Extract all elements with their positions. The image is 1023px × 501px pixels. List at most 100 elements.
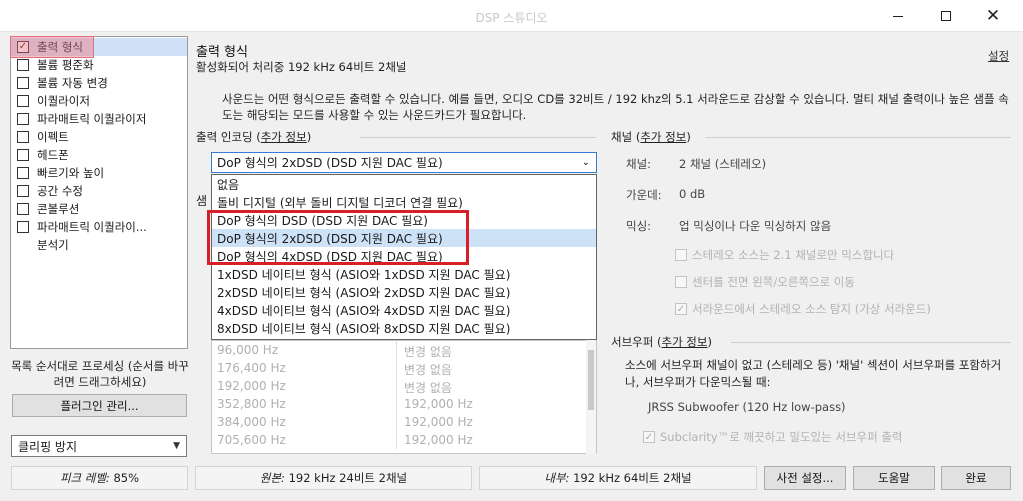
subwoofer-label-text: 서브우퍼 [611,335,654,349]
maximize-icon [941,11,951,21]
checkbox[interactable]: ✓ [675,303,687,315]
plugin-item-label: 볼륨 자동 변경 [37,76,108,90]
divider [360,137,596,138]
channel-more-info-link[interactable]: 추가 정보 [640,130,686,144]
divider [705,137,1011,138]
table-row[interactable]: 192,000 Hz 변경 없음 [212,377,596,395]
center-gain-value[interactable]: 0 dB [679,187,705,201]
output-rate-cell: 변경 없음 [404,345,452,359]
settings-link[interactable]: 설정 [988,48,1009,64]
title-bar: DSP 스튜디오 ✕ [0,0,1023,32]
chevron-down-icon: ▼ [173,441,180,451]
page-title: 출력 형식 [196,45,248,60]
checkbox[interactable] [17,167,29,179]
stereo-21-option[interactable]: 스테레오 소스는 2.1 채널로만 믹스합니다 [675,247,894,263]
channels-value[interactable]: 2 채널 (스테레오) [679,156,766,172]
center-lr-option[interactable]: 센터를 전면 왼쪽/오른쪽으로 이동 [675,274,855,290]
minimize-button[interactable] [875,0,921,32]
checkbox[interactable] [17,149,29,161]
plugin-list[interactable]: ✓ 출력 형식 볼륨 평준화 볼륨 자동 변경 이퀄라이저 파라매트릭 이퀄라이저 이펙트 헤… [10,36,188,349]
virtual-surround-option-label: 서라운드에서 스테레오 소스 탐지 (가상 서라운드) [692,302,931,316]
table-row[interactable]: 384,000 Hz 192,000 Hz [212,413,596,431]
divider [396,395,397,413]
plugin-item[interactable]: 볼륨 자동 변경 [11,74,187,92]
center-gain-label: 가운데: [626,188,662,202]
internal-format-status: 내부: 192 kHz 64비트 2채널 [479,466,757,490]
close-button[interactable]: ✕ [970,0,1016,32]
plugin-item-label: 헤드폰 [37,148,69,162]
encoding-option[interactable]: 4xDSD 네이티브 형식 (ASIO와 4xDSD 지원 DAC 필요) [212,301,596,319]
output-rate-cell: 192,000 Hz [404,397,473,411]
checkbox[interactable] [17,95,29,107]
encoding-option[interactable]: 2xDSD 네이티브 형식 (ASIO와 2xDSD 지원 DAC 필요) [212,283,596,301]
plugin-item-label: 볼륨 평준화 [37,58,94,72]
checkbox[interactable] [17,221,29,233]
input-rate-cell: 384,000 Hz [217,415,286,429]
divider [731,342,1011,343]
virtual-surround-option[interactable]: ✓ 서라운드에서 스테레오 소스 탐지 (가상 서라운드) [675,301,931,317]
subclarity-option[interactable]: ✓ Subclarity™로 깨끗하고 밀도있는 서브우퍼 출력 [643,429,903,445]
maximize-button[interactable] [923,0,969,32]
encoding-option[interactable]: 돌비 디지털 (외부 돌비 디지털 디코더 연결 필요) [212,193,596,211]
clipping-select[interactable]: 클리핑 방지 ▼ [11,435,187,457]
plugin-item[interactable]: 파라매트릭 이퀄라이... [11,218,187,236]
source-format-label: 원본: [259,471,285,485]
encoding-label: 출력 인코딩 (추가 정보) [196,130,312,144]
mixing-value[interactable]: 업 믹싱이나 다운 믹싱하지 않음 [679,218,831,234]
channels-label: 채널: [626,157,652,171]
input-rate-cell: 176,400 Hz [217,361,286,375]
scrollbar-thumb[interactable] [588,350,594,410]
plugin-item[interactable]: 공간 수정 [11,182,187,200]
checkbox[interactable] [17,185,29,197]
table-row[interactable]: 96,000 Hz 변경 없음 [212,341,596,359]
channel-label-text: 채널 [611,130,633,144]
checkbox[interactable] [17,59,29,71]
chevron-down-icon: ⌄ [581,157,590,168]
encoding-more-info-link[interactable]: 추가 정보 [261,130,307,144]
checkbox[interactable] [17,113,29,125]
plugin-item[interactable]: 콘볼루션 [11,200,187,218]
plugin-item[interactable]: 이퀄라이저 [11,92,187,110]
encoding-option[interactable]: 1xDSD 네이티브 형식 (ASIO와 1xDSD 지원 DAC 필요) [212,265,596,283]
center-lr-option-label: 센터를 전면 왼쪽/오른쪽으로 이동 [692,275,855,289]
checkbox[interactable] [675,276,687,288]
sample-rate-table[interactable]: 96,000 Hz 변경 없음 176,400 Hz 변경 없음 192,000 Hz 변… [211,340,597,454]
checkbox[interactable] [17,203,29,215]
plugin-item[interactable]: 볼륨 평준화 [11,56,187,74]
encoding-option[interactable]: 없음 [212,175,596,193]
checkbox[interactable] [17,77,29,89]
source-format-value: 192 kHz 24비트 2채널 [288,471,408,485]
internal-format-label: 내부: [544,471,570,485]
help-button[interactable]: 도움말 [853,466,935,490]
checkbox[interactable] [675,249,687,261]
subwoofer-filter-value[interactable]: JRSS Subwoofer (120 Hz low-pass) [648,400,846,414]
encoding-select[interactable]: DoP 형식의 2xDSD (DSD 지원 DAC 필요) ⌄ [211,152,597,173]
subwoofer-more-info-link[interactable]: 추가 정보 [661,335,707,349]
scrollbar[interactable] [586,340,596,454]
table-row[interactable]: 176,400 Hz 변경 없음 [212,359,596,377]
plugin-order-note: 목록 순서대로 프로세싱 (순서를 바꾸려면 드래그하세요) [11,359,189,389]
plugin-item-label: 이퀄라이저 [37,94,90,108]
page-subtitle: 활성화되어 처리중 192 kHz 64비트 2채널 [196,60,407,74]
done-button[interactable]: 완료 [941,466,1011,490]
input-rate-cell: 192,000 Hz [217,379,286,393]
checkbox[interactable]: ✓ [643,431,655,443]
peak-level-status: 피크 레벨: 85% [11,466,188,490]
presets-button[interactable]: 사전 설정... [764,466,846,490]
encoding-option[interactable]: 8xDSD 네이티브 형식 (ASIO와 8xDSD 지원 DAC 필요) [212,319,596,337]
plugin-item[interactable]: 헤드폰 [11,146,187,164]
highlight-marker [10,36,94,58]
manage-plugins-button[interactable]: 플러그인 관리... [12,394,187,417]
encoding-select-value: DoP 형식의 2xDSD (DSD 지원 DAC 필요) [217,156,443,170]
checkbox[interactable] [17,131,29,143]
mixing-label: 믹싱: [626,219,652,233]
table-row[interactable]: 705,600 Hz 192,000 Hz [212,431,596,449]
source-format-status: 원본: 192 kHz 24비트 2채널 [195,466,472,490]
plugin-item[interactable]: 파라매트릭 이퀄라이저 [11,110,187,128]
highlight-marker [207,210,469,265]
plugin-item[interactable]: 이펙트 [11,128,187,146]
table-row[interactable]: 352,800 Hz 192,000 Hz [212,395,596,413]
plugin-item[interactable]: 빠르기와 높이 [11,164,187,182]
plugin-item[interactable]: 분석기 [11,236,187,254]
internal-format-value: 192 kHz 64비트 2채널 [573,471,692,485]
